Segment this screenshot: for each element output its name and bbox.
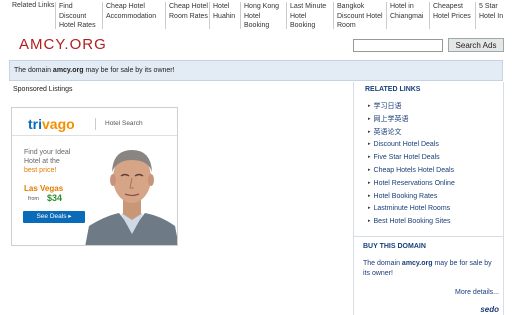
related-link-3[interactable]: 英语论文 — [368, 126, 455, 139]
ad-city: Las Vegas — [24, 184, 64, 193]
related-link-1[interactable]: 学习日语 — [368, 100, 455, 113]
related-link-7[interactable]: Hotel Reservations Online — [368, 177, 455, 190]
site-logo[interactable]: AMCY.ORG — [19, 36, 107, 53]
ad-man-photo — [85, 150, 177, 245]
top-link-bangkok-discount-hotel-room[interactable]: Bangkok Discount Hotel Room — [333, 2, 385, 29]
top-related-links-bar: Related Links: Find Discount Hotel Rates … — [0, 0, 512, 30]
top-link-cheap-hotel-room-rates[interactable]: Cheap Hotel Room Rates — [165, 2, 208, 29]
top-link-5-star-hotel-in[interactable]: 5 Star Hotel In — [475, 2, 512, 29]
top-link-last-minute-hotel-booking[interactable]: Last Minute Hotel Booking — [286, 2, 332, 29]
ad-price: $34 — [47, 193, 63, 203]
buy-domain-panel: BUY THIS DOMAIN The domain amcy.org may … — [353, 236, 504, 315]
sedo-logo[interactable]: sedo — [480, 305, 499, 314]
more-details-link[interactable]: More details... — [455, 289, 499, 296]
ad-copy: Find your Ideal Hotel at the best price! — [24, 149, 71, 174]
related-links-panel: RELATED LINKS 学习日语 网上学英语 英语论文 Discount H… — [353, 82, 504, 236]
related-links-label: Related Links: — [12, 2, 57, 9]
related-link-5[interactable]: Five Star Hotel Deals — [368, 151, 455, 164]
ad-tagline: Hotel Search — [105, 120, 143, 127]
see-deals-button[interactable]: See Deals ▸ — [23, 211, 85, 223]
ad-from-label: from — [28, 196, 39, 202]
banner-domain: amcy.org — [52, 67, 84, 74]
top-link-find-discount[interactable]: Find Discount Hotel Rates — [55, 2, 101, 29]
related-link-2[interactable]: 网上学英语 — [368, 113, 455, 126]
ad-divider — [95, 118, 96, 130]
buy-domain-text: The domain amcy.org may be for sale by i… — [363, 260, 492, 277]
banner-prefix: The domain — [14, 67, 53, 74]
buy-domain-title: BUY THIS DOMAIN — [363, 243, 426, 250]
related-link-4[interactable]: Discount Hotel Deals — [368, 138, 455, 151]
top-link-hotel-huahin[interactable]: Hotel Huahin — [209, 2, 239, 29]
search-input[interactable] — [353, 39, 443, 52]
related-links-title: RELATED LINKS — [365, 86, 421, 93]
banner-suffix: may be for sale by its owner! — [83, 67, 175, 74]
search-ads-button[interactable]: Search Ads — [448, 38, 504, 52]
top-link-cheapest-hotel-prices[interactable]: Cheapest Hotel Prices — [429, 2, 474, 29]
ad-separator — [12, 135, 177, 136]
domain-sale-banner: The domain amcy.org may be for sale by i… — [9, 60, 503, 81]
top-link-hong-kong-hotel-booking[interactable]: Hong Kong Hotel Booking — [240, 2, 285, 29]
trivago-ad[interactable]: trivago Hotel Search Find your Ideal Hot… — [11, 107, 178, 246]
related-link-8[interactable]: Hotel Booking Rates — [368, 190, 455, 203]
related-link-6[interactable]: Cheap Hotels Hotel Deals — [368, 164, 455, 177]
related-links-list: 学习日语 网上学英语 英语论文 Discount Hotel Deals Fiv… — [368, 100, 455, 228]
related-link-9[interactable]: Lastminute Hotel Rooms — [368, 202, 455, 215]
top-link-hotel-in-chiangmai[interactable]: Hotel in Chiangmai — [386, 2, 428, 29]
sponsored-listings-heading: Sponsored Listings — [13, 86, 73, 93]
top-link-cheap-hotel-accommodation[interactable]: Cheap Hotel Accommodation — [102, 2, 164, 29]
trivago-logo: trivago — [28, 116, 75, 132]
related-link-10[interactable]: Best Hotel Booking Sites — [368, 215, 455, 228]
